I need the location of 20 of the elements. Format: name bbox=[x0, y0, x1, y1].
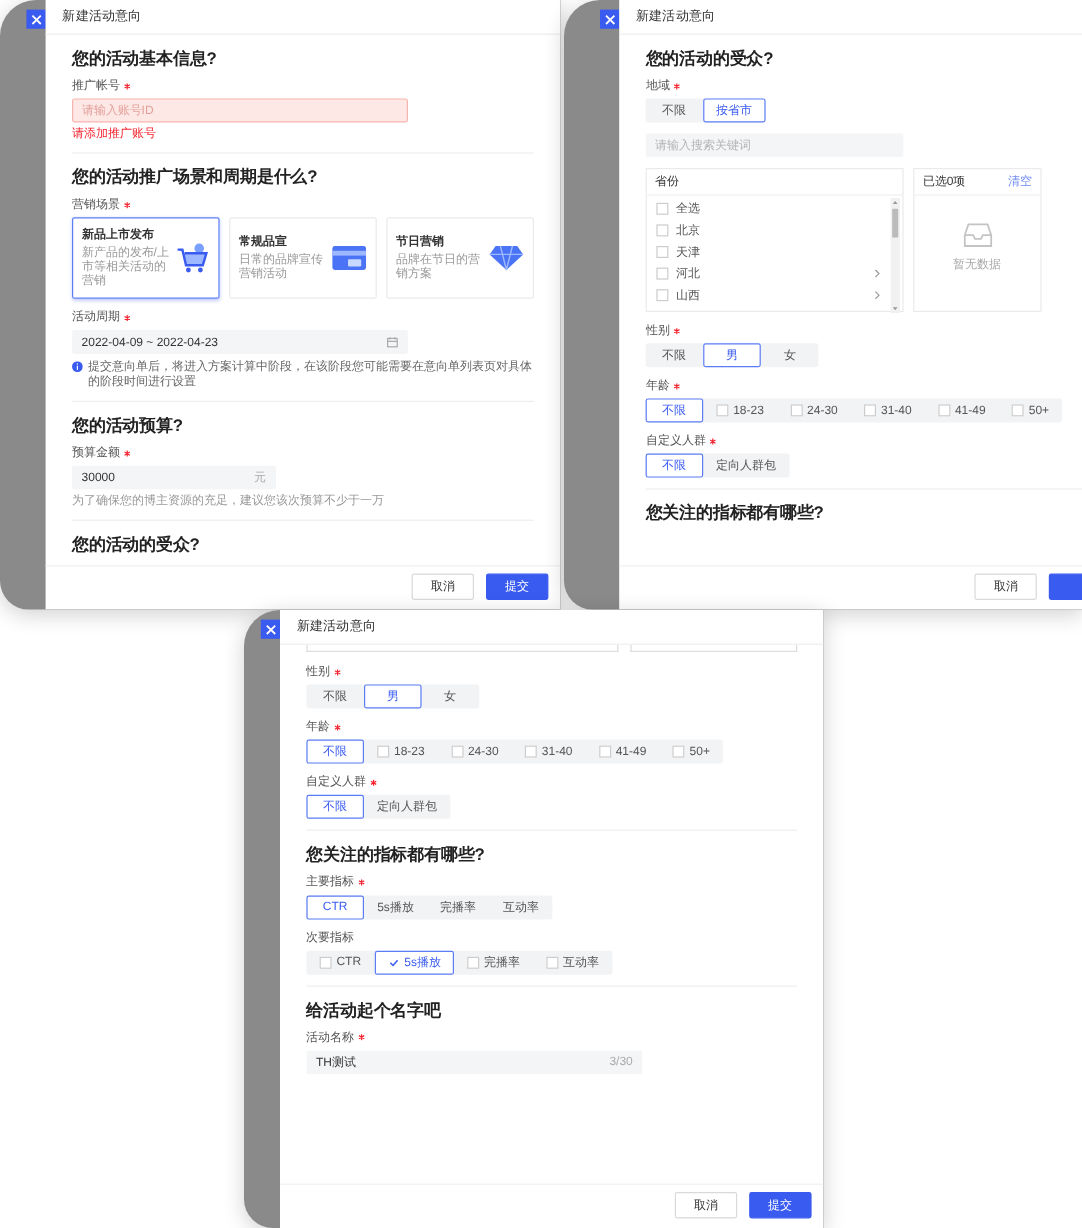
checkbox[interactable] bbox=[387, 956, 400, 969]
close-icon bbox=[604, 13, 615, 25]
close-icon bbox=[30, 13, 42, 25]
section-heading: 给活动起个名字吧 bbox=[306, 998, 443, 1020]
section-heading: 您的活动的受众? bbox=[72, 532, 202, 555]
close-button[interactable] bbox=[260, 619, 280, 639]
section-heading: 您的活动预算? bbox=[72, 414, 186, 436]
close-button[interactable] bbox=[26, 9, 46, 29]
cart-icon bbox=[176, 242, 210, 274]
section-heading: 您的活动的受众? bbox=[645, 46, 776, 69]
section-heading: 您关注的指标都有哪些? bbox=[306, 842, 487, 865]
empty-tray-icon bbox=[961, 222, 993, 249]
diamond-icon bbox=[488, 244, 525, 272]
card-icon bbox=[331, 244, 368, 272]
section-heading: 您关注的指标都有哪些? bbox=[645, 501, 826, 524]
section-heading: 您的活动推广场景和周期是什么? bbox=[72, 165, 320, 188]
info-icon bbox=[72, 361, 83, 372]
close-button[interactable] bbox=[600, 9, 620, 29]
close-icon bbox=[265, 623, 276, 635]
section-heading: 您的活动基本信息? bbox=[72, 46, 219, 69]
